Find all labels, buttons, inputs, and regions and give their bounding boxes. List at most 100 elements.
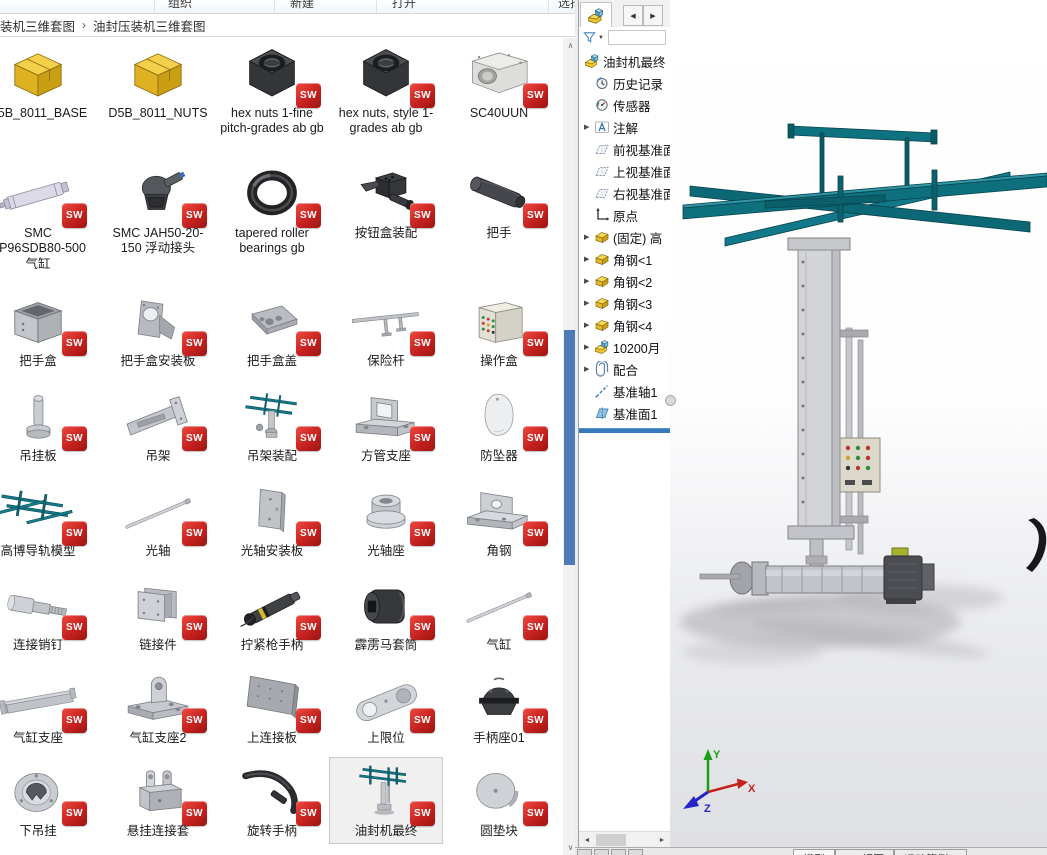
- file-item[interactable]: SW把手盒安装板: [102, 288, 214, 373]
- file-item[interactable]: D5B_8011_NUTS: [102, 40, 214, 125]
- rollback-bar[interactable]: [579, 428, 670, 433]
- tree-item[interactable]: ▶角钢<2: [579, 270, 670, 292]
- expand-arrow-icon[interactable]: ▶: [582, 277, 594, 285]
- file-item[interactable]: SW手柄座01: [443, 665, 555, 750]
- filter-input[interactable]: [608, 30, 666, 45]
- pane-split-button[interactable]: [594, 849, 609, 855]
- file-item[interactable]: SW吊架装配: [216, 383, 328, 468]
- scroll-left-icon[interactable]: ◄: [579, 832, 595, 847]
- pane-split-button[interactable]: [628, 849, 643, 855]
- file-item[interactable]: SW气缸支座2: [102, 665, 214, 750]
- file-item[interactable]: SW方管支座: [330, 383, 442, 468]
- file-item[interactable]: D5B_8011_BASE: [0, 40, 94, 125]
- panel-next-button[interactable]: ▶: [643, 5, 663, 26]
- tree-item[interactable]: 油封机最终: [579, 50, 670, 72]
- file-item[interactable]: SWSMC CP96SDB80-500气缸: [0, 160, 94, 276]
- filter-funnel-icon[interactable]: [582, 30, 597, 45]
- file-item[interactable]: SW把手盒盖: [216, 288, 328, 373]
- plane-solid-icon: [594, 405, 610, 421]
- file-item[interactable]: SW悬挂连接套: [102, 758, 214, 843]
- file-item-label: 霹雳马套筒: [355, 638, 418, 653]
- tree-item[interactable]: 前视基准面: [579, 138, 670, 160]
- solidworks-badge-icon: SW: [62, 203, 87, 228]
- file-item[interactable]: SW把手盒: [0, 288, 94, 373]
- tree-item[interactable]: ▶角钢<1: [579, 248, 670, 270]
- tree-item[interactable]: ▶角钢<4: [579, 314, 670, 336]
- file-item[interactable]: SW吊挂板: [0, 383, 94, 468]
- file-thumbnail: SW: [336, 163, 436, 221]
- expand-arrow-icon[interactable]: ▶: [582, 123, 594, 131]
- breadcrumb-folder[interactable]: 装机三维套图: [0, 16, 75, 35]
- expand-arrow-icon[interactable]: ▶: [582, 299, 594, 307]
- expand-arrow-icon[interactable]: ▶: [582, 321, 594, 329]
- tree-item[interactable]: ▶10200月: [579, 336, 670, 358]
- document-tab[interactable]: 运动算例 1: [894, 849, 967, 855]
- tree-item[interactable]: 上视基准面: [579, 160, 670, 182]
- file-item[interactable]: SW圆垫块: [443, 758, 555, 843]
- expand-arrow-icon[interactable]: ▶: [582, 343, 594, 351]
- document-tab[interactable]: 模型: [793, 849, 835, 855]
- tree-scrollbar[interactable]: ◄ ►: [579, 831, 670, 847]
- file-thumbnail: SW: [222, 575, 322, 633]
- tree-item[interactable]: ▶角钢<3: [579, 292, 670, 314]
- file-item[interactable]: SW上连接板: [216, 665, 328, 750]
- file-item[interactable]: SW链接件: [102, 572, 214, 657]
- file-item[interactable]: SWtapered roller bearings gb: [216, 160, 328, 261]
- file-item[interactable]: SW油封机最终: [330, 758, 442, 843]
- file-item[interactable]: SWhex nuts, style 1-grades ab gb: [330, 40, 442, 141]
- chevron-down-icon[interactable]: ▼: [598, 35, 604, 41]
- pane-split-button[interactable]: [611, 849, 626, 855]
- file-item[interactable]: SWhex nuts 1-fine pitch-grades ab gb: [216, 40, 328, 141]
- file-item[interactable]: SW光轴安装板: [216, 478, 328, 563]
- file-item[interactable]: SW下吊挂: [0, 758, 94, 843]
- file-item[interactable]: SW霹雳马套筒: [330, 572, 442, 657]
- file-item[interactable]: SW气缸: [443, 572, 555, 657]
- tree-item[interactable]: 传感器: [579, 94, 670, 116]
- file-item-label: 按钮盒装配: [355, 226, 418, 241]
- tree-item[interactable]: ▶配合: [579, 358, 670, 380]
- solidworks-badge-icon: SW: [296, 615, 321, 640]
- plane-glyph: [594, 141, 610, 157]
- file-item[interactable]: SW旋转手柄: [216, 758, 328, 843]
- toolbar-item[interactable]: 打开: [392, 0, 416, 11]
- file-item[interactable]: SW上限位: [330, 665, 442, 750]
- file-item[interactable]: SW操作盒: [443, 288, 555, 373]
- expand-arrow-icon[interactable]: ▶: [582, 233, 594, 241]
- file-item-label: 保险杆: [367, 354, 405, 369]
- panel-prev-button[interactable]: ◀: [623, 5, 643, 26]
- toolbar-item[interactable]: 新建: [290, 0, 314, 11]
- viewport-3d[interactable]: Y X Z: [670, 0, 1047, 847]
- file-item[interactable]: SW把手: [443, 160, 555, 245]
- file-item[interactable]: SWSMC JAH50-20-150 浮动接头: [102, 160, 214, 261]
- pane-split-button[interactable]: [577, 849, 592, 855]
- toolbar-item[interactable]: 组织: [168, 0, 192, 11]
- file-item[interactable]: SW高博导轨模型: [0, 478, 94, 563]
- file-item[interactable]: SW光轴座: [330, 478, 442, 563]
- file-item[interactable]: SW光轴: [102, 478, 214, 563]
- tree-item[interactable]: 历史记录: [579, 72, 670, 94]
- tree-item[interactable]: ▶(固定) 高: [579, 226, 670, 248]
- file-item[interactable]: SW角钢: [443, 478, 555, 563]
- scroll-right-icon[interactable]: ►: [654, 832, 670, 847]
- tree-item[interactable]: 原点: [579, 204, 670, 226]
- breadcrumb-current-folder[interactable]: 油封压装机三维套图: [93, 16, 206, 35]
- file-item[interactable]: SW拧紧枪手柄: [216, 572, 328, 657]
- expand-arrow-icon[interactable]: ▶: [582, 255, 594, 263]
- file-item[interactable]: SW保险杆: [330, 288, 442, 373]
- panel-splitter-handle[interactable]: [665, 395, 676, 406]
- file-item[interactable]: SWSC40UUN: [443, 40, 555, 125]
- tree-item[interactable]: ▶注解: [579, 116, 670, 138]
- file-item[interactable]: SW防坠器: [443, 383, 555, 468]
- tree-item[interactable]: 基准轴1: [579, 380, 670, 402]
- scrollbar-thumb[interactable]: [596, 834, 626, 846]
- tree-item[interactable]: 基准面1: [579, 402, 670, 424]
- file-item[interactable]: SW连接销钉: [0, 572, 94, 657]
- file-thumbnail: SW: [0, 481, 88, 539]
- document-tab[interactable]: 3D 视图: [835, 849, 894, 855]
- featuremanager-tab[interactable]: [580, 2, 612, 28]
- file-item[interactable]: SW 按钮盒装配: [330, 160, 442, 245]
- expand-arrow-icon[interactable]: ▶: [582, 365, 594, 373]
- file-item[interactable]: SW气缸支座: [0, 665, 94, 750]
- file-item[interactable]: SW吊架: [102, 383, 214, 468]
- tree-item[interactable]: 右视基准面: [579, 182, 670, 204]
